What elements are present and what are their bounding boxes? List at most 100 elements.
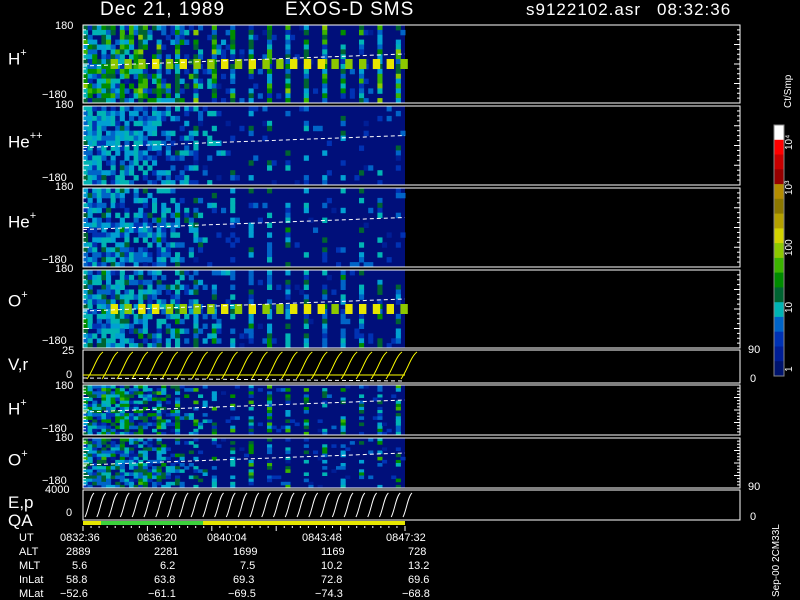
spectrogram-cell	[101, 406, 107, 411]
spectrogram-cell	[161, 284, 167, 290]
spectrogram-cell	[395, 88, 401, 94]
spectrogram-cell	[285, 232, 291, 238]
spectrogram-cell	[96, 197, 102, 204]
spectrogram-cell	[106, 400, 112, 405]
spectrogram-cell	[175, 284, 181, 290]
spectrogram-cell	[96, 270, 102, 276]
spectrogram-cell	[193, 323, 199, 329]
spectrogram-cell	[142, 232, 148, 238]
spectrogram-cell	[244, 453, 250, 458]
spectrogram-cell	[359, 29, 365, 36]
spectrogram-cell	[248, 459, 254, 464]
spectrogram-cell	[230, 202, 236, 209]
spectrogram-cell	[377, 73, 383, 80]
spectrogram-cell	[188, 289, 194, 295]
spectrogram-cell	[129, 115, 135, 122]
spectrogram-cell	[359, 323, 365, 329]
spectrogram-cell	[92, 475, 98, 480]
spectrogram-cell	[101, 83, 107, 89]
spectrogram-cell	[147, 391, 153, 395]
spectrogram-cell	[92, 472, 98, 476]
spectrogram-cell	[165, 469, 171, 473]
spectrogram-cell	[92, 73, 98, 80]
colorbar-swatch	[774, 287, 784, 303]
spectrogram-cell	[87, 54, 93, 60]
label-h-plus-2: H+	[8, 397, 27, 419]
spectrogram-cell	[129, 419, 135, 423]
spectrogram-cell	[280, 481, 286, 486]
spectrogram-cell	[156, 299, 162, 305]
spectrogram-cell	[138, 416, 144, 420]
spectrogram-cell	[230, 170, 236, 176]
spectrogram-cell	[87, 125, 93, 132]
spectrogram-cell	[211, 25, 217, 31]
spectrogram-cell	[340, 333, 346, 339]
spectrogram-cell	[267, 333, 273, 339]
spectrogram-cell	[193, 106, 199, 112]
spectrogram-cell	[184, 416, 190, 420]
spectrogram-cell	[336, 466, 342, 470]
spectrogram-cell	[115, 188, 121, 194]
spectrogram-cell	[175, 313, 181, 320]
spectrogram-cell	[368, 438, 374, 442]
spectrogram-cell	[340, 463, 346, 467]
spectrogram-cell	[193, 93, 199, 99]
spectrogram-cell	[193, 54, 199, 60]
spectrogram-cell	[175, 68, 181, 75]
spectrogram-cell	[92, 400, 98, 405]
tick-p5-top: 180	[55, 380, 74, 392]
spectrogram-cell	[386, 232, 392, 238]
spectrogram-cell	[267, 416, 273, 420]
spectrogram-cell	[230, 459, 236, 464]
spectrogram-cell	[193, 289, 199, 295]
spectrogram-cell	[377, 202, 383, 209]
spectrogram-cell	[110, 338, 116, 344]
spectrogram-cell	[161, 385, 167, 389]
spectrogram-cell	[138, 450, 144, 455]
spectrogram-cell	[395, 328, 401, 334]
spectrogram-cell	[386, 304, 394, 314]
spectrogram-cell	[170, 29, 176, 36]
spectrogram-cell	[248, 388, 254, 392]
spectrogram-cell	[193, 328, 199, 334]
spectrogram-cell	[156, 145, 162, 151]
spectrogram-cell	[165, 472, 171, 476]
spectrogram-cell	[129, 257, 135, 263]
spectrogram-cell	[248, 472, 254, 476]
spectrogram-cell	[92, 247, 98, 253]
spectrogram-cell	[377, 212, 383, 219]
spectrogram-cell	[138, 318, 144, 325]
spectrogram-cell	[161, 410, 167, 414]
colorbar-layer	[773, 124, 785, 377]
spectrogram-cell	[96, 150, 102, 156]
spectrogram-cell	[372, 59, 381, 69]
spectrogram-cell	[211, 425, 217, 430]
spectrogram-cell	[303, 450, 309, 455]
spectrogram-cell	[106, 450, 112, 455]
spectrogram-cell	[101, 472, 107, 476]
spectrogram-cell	[152, 333, 158, 339]
spectrogram-cell	[193, 438, 199, 442]
spectrogram-cell	[257, 93, 263, 99]
header-mission: EXOS-D SMS	[285, 0, 415, 20]
spectrogram-cell	[87, 110, 93, 117]
spectrogram-cell	[110, 447, 116, 451]
spectrogram-cell	[87, 478, 93, 483]
spectrogram-cell	[119, 257, 125, 263]
spectrogram-cell	[225, 44, 231, 50]
spectrogram-cell	[119, 34, 125, 41]
spectrogram-cell	[101, 202, 107, 209]
spectrogram-cell	[340, 274, 346, 281]
spectrogram-cell	[87, 197, 93, 204]
spectrogram-cell	[142, 400, 148, 405]
colorbar-tick-10e4: 10⁴	[784, 134, 795, 150]
spectrogram-cell	[96, 106, 102, 112]
spectrogram-cell	[156, 188, 162, 194]
colorbar-swatch	[774, 302, 784, 318]
spectrogram-cell	[322, 318, 328, 325]
label-h-plus: H+	[8, 47, 27, 69]
spectrogram-cell	[161, 217, 167, 223]
spectrogram-cell	[248, 270, 254, 276]
spectrogram-cell	[184, 175, 190, 181]
spectrogram-cell	[96, 294, 102, 300]
